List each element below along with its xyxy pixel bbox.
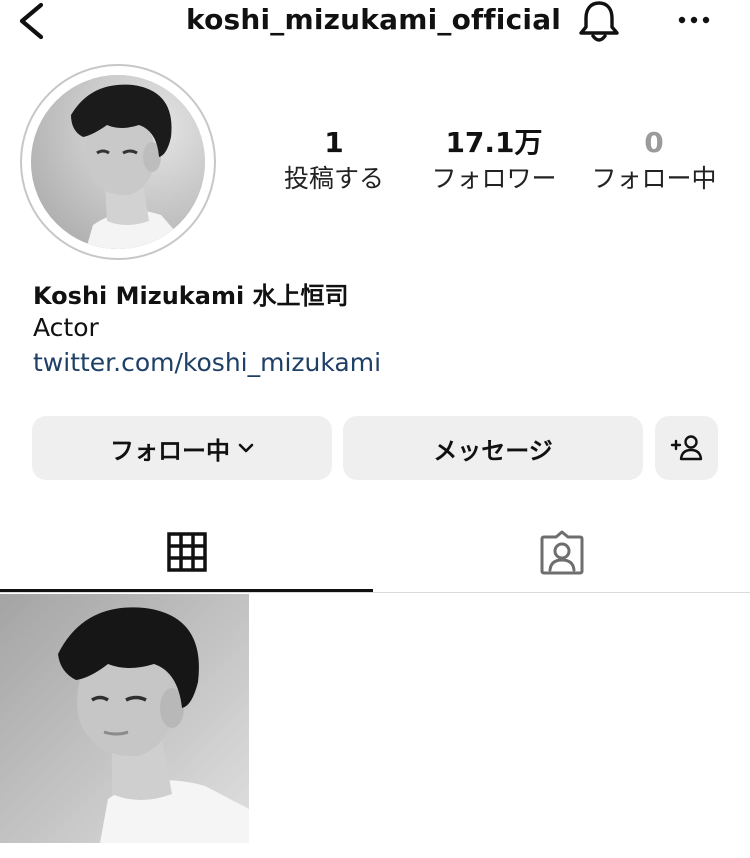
more-options-button[interactable] — [670, 0, 718, 44]
top-bar: koshi_mizukami_official — [0, 0, 750, 48]
following-count-label: フォロー中 — [591, 164, 717, 193]
grid-icon — [166, 532, 207, 572]
avatar[interactable] — [31, 75, 205, 249]
followers-count[interactable]: 17.1万 フォロワー — [423, 124, 565, 196]
suggest-people-button[interactable] — [655, 416, 718, 480]
post-thumbnail[interactable] — [0, 594, 249, 843]
following-count[interactable]: 0 フォロー中 — [585, 124, 723, 196]
profile-full-name: Koshi Mizukami 水上恒司 — [33, 282, 349, 310]
notifications-button[interactable] — [576, 0, 622, 44]
avatar-photo — [31, 75, 205, 249]
following-button[interactable]: フォロー中 — [32, 416, 332, 480]
profile-bio: Actor — [33, 313, 99, 342]
followers-count-value: 17.1万 — [445, 126, 543, 159]
tab-tagged[interactable] — [373, 512, 750, 592]
profile-page: koshi_mizukami_official 1 投稿する 17.1万 フォロ… — [0, 0, 750, 858]
following-count-value: 0 — [644, 126, 664, 159]
following-button-label: フォロー中 — [110, 436, 230, 465]
tab-posts-grid[interactable] — [0, 512, 373, 592]
bell-icon — [579, 1, 619, 42]
back-button[interactable] — [12, 0, 52, 44]
followers-count-label: フォロワー — [431, 164, 557, 193]
chevron-down-icon — [238, 443, 254, 453]
chevron-left-icon — [19, 2, 44, 40]
add-person-icon — [670, 435, 702, 461]
tagged-person-icon — [540, 530, 583, 575]
message-button[interactable]: メッセージ — [343, 416, 643, 480]
tab-divider — [0, 592, 750, 593]
posts-count[interactable]: 1 投稿する — [275, 124, 393, 196]
more-horizontal-icon — [678, 16, 710, 24]
posts-count-label: 投稿する — [283, 164, 384, 193]
profile-username: koshi_mizukami_official — [186, 3, 562, 36]
posts-count-value: 1 — [324, 126, 344, 159]
profile-link[interactable]: twitter.com/koshi_mizukami — [33, 348, 381, 377]
message-button-label: メッセージ — [433, 436, 553, 465]
post-photo — [0, 594, 249, 843]
